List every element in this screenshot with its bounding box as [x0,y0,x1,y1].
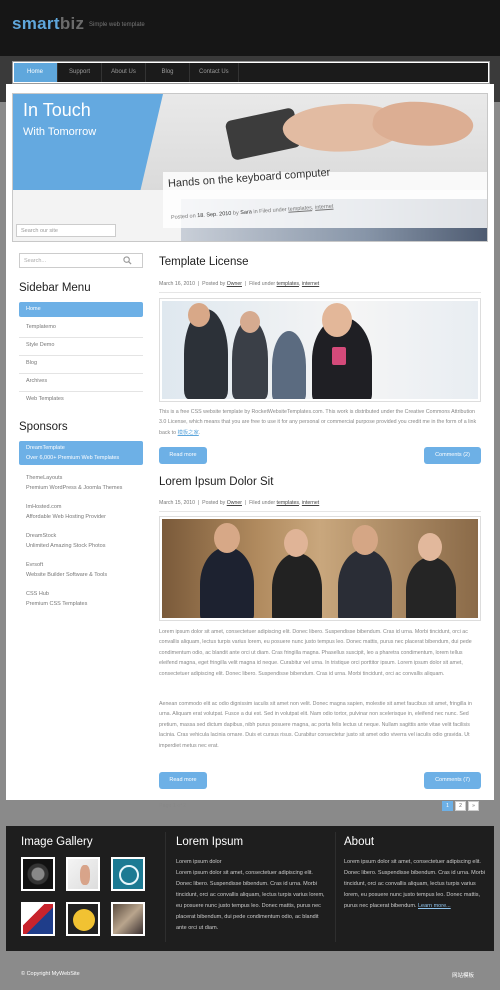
about-heading: About [344,836,375,848]
about-text: Lorem ipsum dolor sit amet, consectetuer… [344,859,485,909]
post-meta: March 15, 2010 | Posted by Owner | Filed… [159,500,320,506]
sponsor-desc: Unlimited Amazing Stock Photos [26,543,106,549]
sponsor-desc: Over 6,000+ Premium Web Templates [26,455,120,461]
credit-text[interactable]: 网站模板 [452,971,474,979]
credit-link[interactable]: 模板之家 [178,430,199,436]
sidebar-item-home[interactable]: Home [19,302,143,317]
sponsor-desc: Premium CSS Templates [26,601,88,607]
post-body: This is a free CSS website template by R… [159,409,477,436]
post-photo-business-people [159,516,481,621]
gallery-thumb[interactable] [111,902,145,936]
post-photo-business-team [159,298,481,402]
learn-more-link[interactable]: Learn more... [418,903,451,909]
search-icon[interactable] [123,256,132,265]
sponsor-desc: Website Builder Software & Tools [26,572,108,578]
sponsor-name[interactable]: Evrsoft [26,561,43,571]
next-page-button[interactable]: » [468,801,479,811]
post-title[interactable]: Template License [159,256,249,268]
sidebar-item-archives[interactable]: Archives [19,374,143,389]
comments-button[interactable]: Comments (7) [424,772,481,789]
read-more-button[interactable]: Read more [159,447,207,464]
nav-item-about-us[interactable]: About Us [102,63,146,82]
featured-banner: In Touch With Tomorrow Hands on the keyb… [12,93,488,242]
page-2-button[interactable]: 2 [455,801,466,811]
banner-search-input[interactable]: Search our site [16,224,116,237]
page-1-button[interactable]: 1 [442,801,453,811]
sponsor-name[interactable]: DreamStock [26,532,56,542]
nav-item-support[interactable]: Support [58,63,102,82]
sponsor-desc: Premium WordPress & Joomla Themes [26,485,123,491]
site-logo[interactable]: smartbiz [12,14,84,34]
sponsor-name[interactable]: ThemeLayouts [26,474,62,484]
sidebar-item-blog[interactable]: Blog [19,356,143,371]
banner-subtitle: With Tomorrow [23,126,97,138]
lorem-line: Lorem ipsum dolor [176,859,222,865]
sponsor-name[interactable]: CSS Hub [26,590,49,600]
sponsor-name[interactable]: DreamTemplate [26,444,65,454]
gallery-thumb[interactable] [111,857,145,891]
lorem-heading: Lorem Ipsum [176,836,244,848]
gallery-thumb[interactable] [66,857,100,891]
nav-item-home[interactable]: Home [14,63,58,82]
main-nav: Home Support About Us Blog Contact Us [12,61,490,84]
sidebar-menu-heading: Sidebar Menu [19,282,91,294]
post-title[interactable]: Lorem Ipsum Dolor Sit [159,476,273,488]
gallery-heading: Image Gallery [21,836,93,848]
gallery-thumb[interactable] [21,902,55,936]
sponsors-heading: Sponsors [19,421,68,433]
post-body: Lorem ipsum dolor sit amet, consectetuer… [159,629,472,677]
sidebar-item-web-templates[interactable]: Web Templates [19,392,143,407]
post-body: Aenean commodo elit ac odio dignissim ia… [159,701,472,749]
read-more-button[interactable]: Read more [159,772,207,789]
sidebar-item-style-demo[interactable]: Style Demo [19,338,143,353]
sponsor-name[interactable]: ImHosted.com [26,503,61,513]
comments-button[interactable]: Comments (2) [424,447,481,464]
gallery-thumb[interactable] [66,902,100,936]
lorem-text: Lorem ipsum dolor sit amet, consectetuer… [176,870,325,931]
copyright: © Copyright MyWebSite [21,971,80,977]
site-tagline: Simple web template [89,22,145,28]
top-header: smartbiz Simple web template [0,0,500,56]
pagination-text: Page 1 of 2 [159,803,187,809]
nav-item-contact-us[interactable]: Contact Us [190,63,239,82]
sidebar-item-templatemo[interactable]: Templatemo [19,320,143,335]
banner-title: In Touch [23,100,91,120]
gallery-thumb[interactable] [21,857,55,891]
post-meta: March 16, 2010 | Posted by Owner | Filed… [159,281,320,287]
sponsor-desc: Affordable Web Hosting Provider [26,514,106,520]
nav-item-blog[interactable]: Blog [146,63,190,82]
